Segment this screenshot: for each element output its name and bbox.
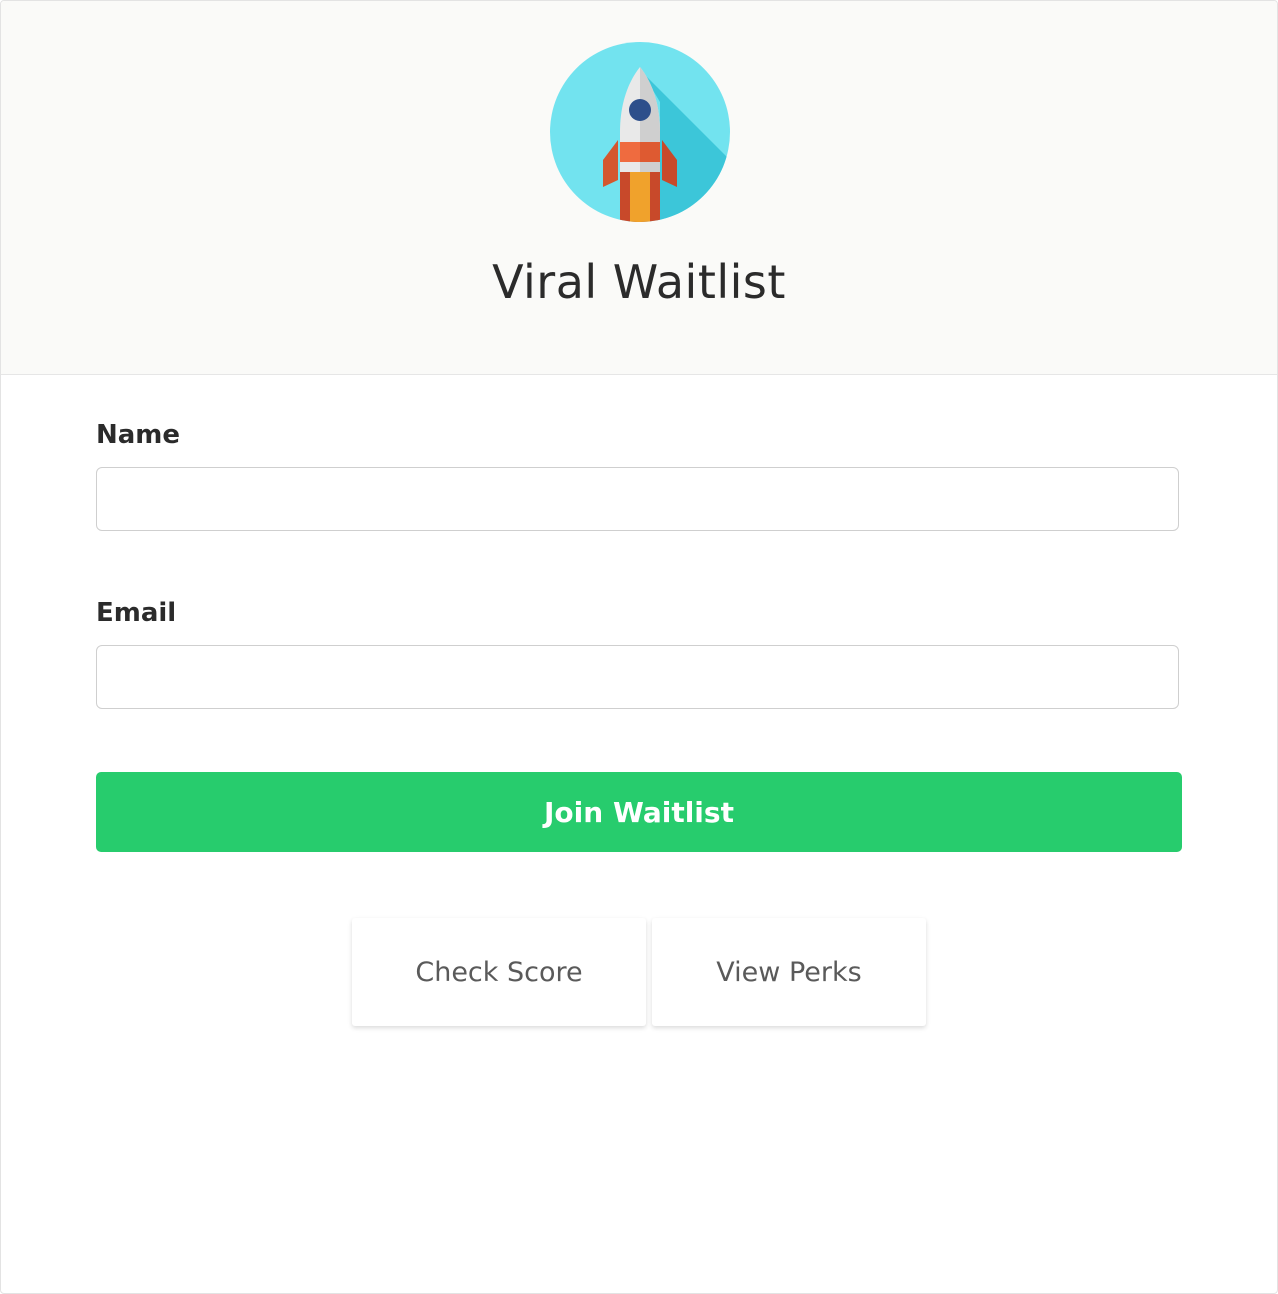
rocket-icon: [550, 42, 730, 222]
name-label: Name: [96, 420, 181, 450]
name-field[interactable]: [96, 467, 1179, 531]
page-title: Viral Waitlist: [492, 255, 786, 309]
join-waitlist-button[interactable]: Join Waitlist: [96, 772, 1182, 852]
header: Viral Waitlist: [1, 1, 1277, 375]
view-perks-button[interactable]: View Perks: [652, 918, 926, 1026]
email-label: Email: [96, 598, 177, 628]
email-field[interactable]: [96, 645, 1179, 709]
waitlist-card: Viral Waitlist Name Email Join Waitlist …: [0, 0, 1278, 1294]
check-score-button[interactable]: Check Score: [352, 918, 646, 1026]
